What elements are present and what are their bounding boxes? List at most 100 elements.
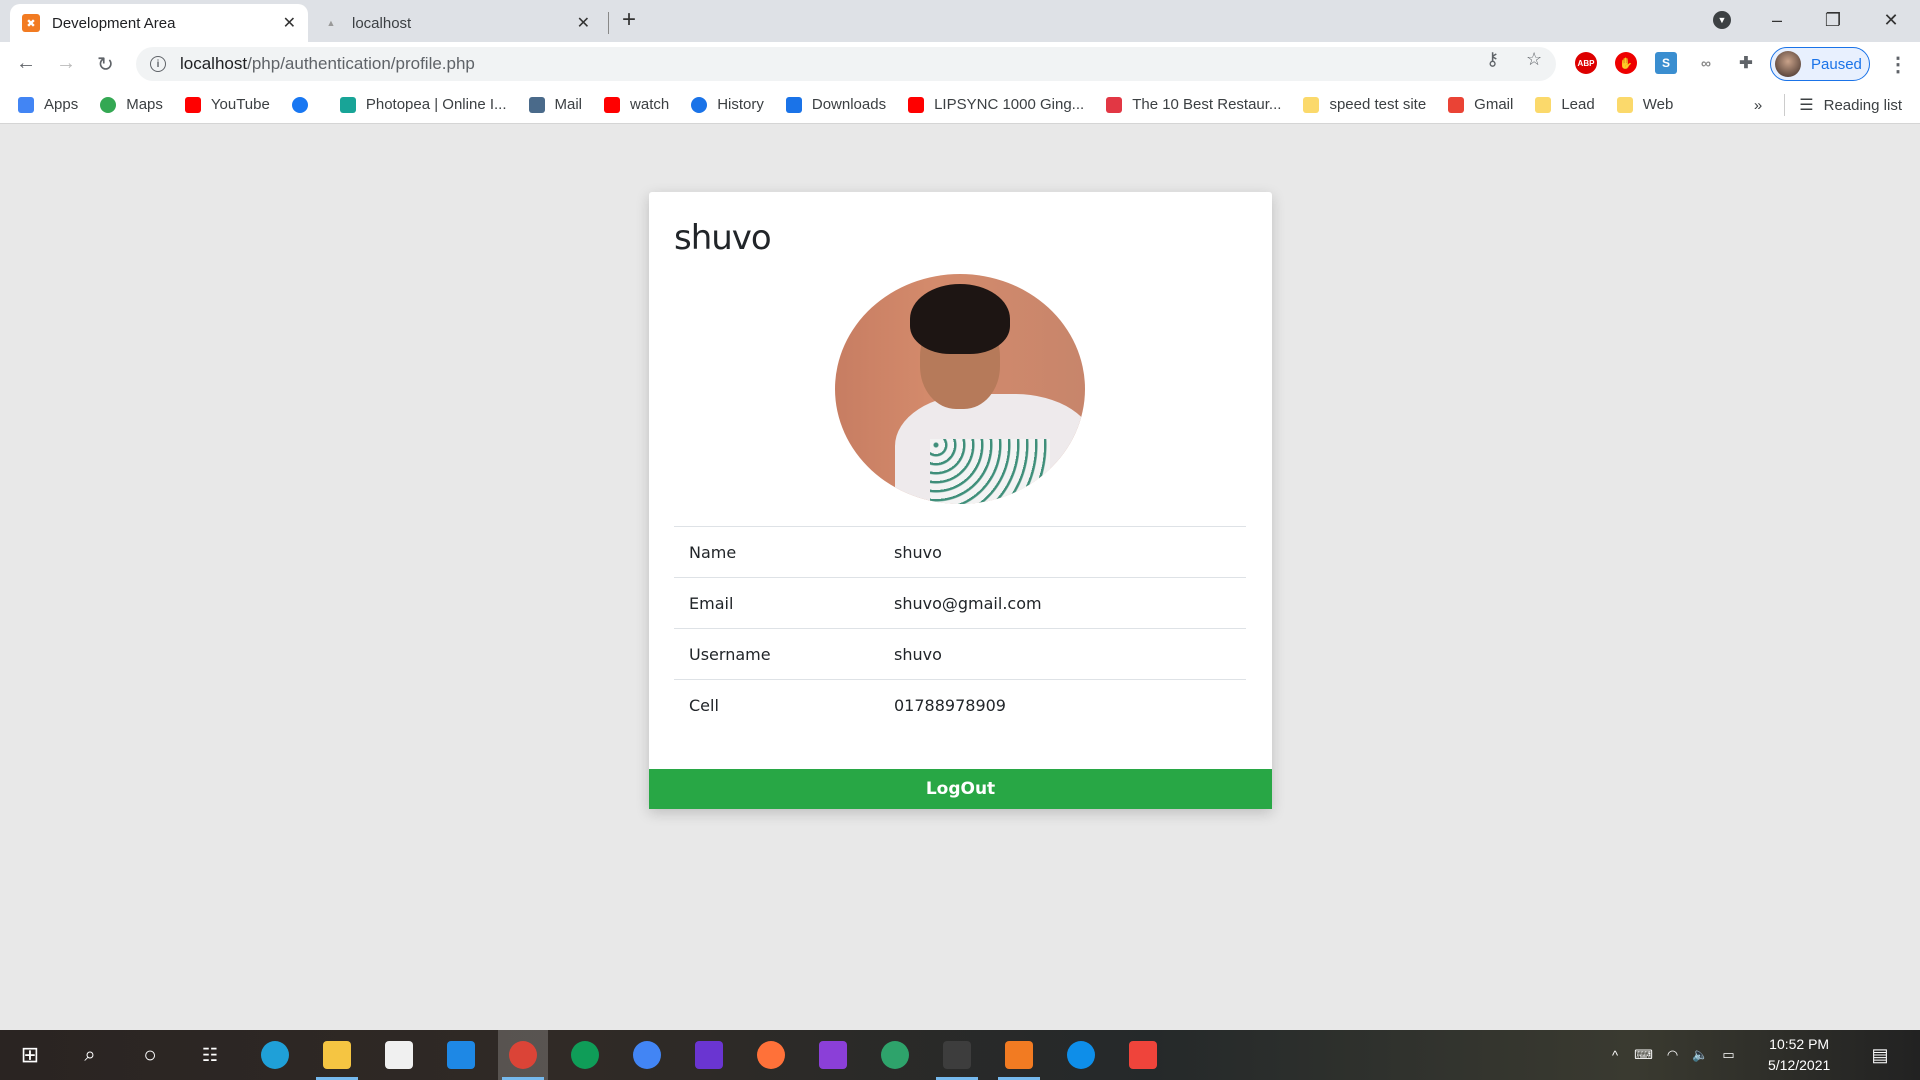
taskbar-file-explorer-icon[interactable] [312, 1030, 362, 1080]
bookmark-apps[interactable]: Apps [18, 96, 78, 113]
bookmark-lead[interactable]: Lead [1535, 96, 1595, 113]
taskbar-mail-icon[interactable] [436, 1030, 486, 1080]
profile-button[interactable]: Paused [1770, 47, 1870, 81]
extensions-puzzle-icon[interactable]: ✚ [1735, 52, 1757, 74]
site-info-icon[interactable]: i [150, 56, 166, 72]
forward-button[interactable]: → [56, 52, 76, 75]
bookmark-gmail[interactable]: Gmail [1448, 96, 1513, 113]
logout-button[interactable]: LogOut [649, 769, 1272, 809]
input-indicator-icon[interactable]: ⌨ [1634, 1047, 1653, 1063]
youtube-icon [604, 96, 621, 113]
avatar [1775, 51, 1801, 77]
bookmarks-overflow-button[interactable]: » [1754, 97, 1762, 114]
bookmark-mail[interactable]: Mail [528, 96, 583, 113]
tab-search-icon[interactable]: ▼ [1697, 0, 1747, 40]
xampp-logo [1005, 1041, 1033, 1069]
address-bar[interactable]: i localhost/php/authentication/profile.p… [136, 47, 1556, 81]
taskbar-teamviewer-icon[interactable] [1056, 1030, 1106, 1080]
taskbar-sublime-text-icon[interactable] [932, 1030, 982, 1080]
bookmark-youtube[interactable]: YouTube [184, 96, 270, 113]
notifications-icon[interactable]: ▤ [1855, 1030, 1905, 1080]
back-button[interactable]: ← [16, 52, 36, 75]
row-label: Name [689, 542, 737, 562]
menu-kebab-icon[interactable]: ⋮ [1888, 52, 1908, 77]
divider [1784, 94, 1786, 116]
url-host: localhost [180, 54, 248, 73]
reading-list-button[interactable]: Reading list [1824, 97, 1902, 114]
minimize-button[interactable]: – [1752, 0, 1802, 40]
bookmark-maps[interactable]: Maps [100, 96, 163, 113]
tab-localhost[interactable]: ▲ localhost ✕ [310, 4, 602, 42]
phpmyadmin-icon: ▲ [326, 18, 336, 28]
taskbar-visual-studio-icon[interactable] [684, 1030, 734, 1080]
mail-logo [447, 1041, 475, 1069]
bookmark-the-10-best-restaur[interactable]: The 10 Best Restaur... [1106, 96, 1281, 113]
row-value: shuvo@gmail.com [894, 593, 1042, 613]
bookmark-label: The 10 Best Restaur... [1132, 96, 1282, 113]
bookmark-history[interactable]: History [691, 96, 764, 113]
new-tab-button[interactable]: + [622, 6, 636, 34]
chrome-profile-2-logo [571, 1041, 599, 1069]
bookmark-label: Downloads [811, 96, 887, 113]
close-tab-icon[interactable]: ✕ [283, 13, 296, 33]
bookmark-label: LIPSYNC 1000 Ging... [934, 96, 1085, 113]
bookmarks-bar: Apps Maps YouTube Photopea | Online I... Mai… [0, 86, 1920, 124]
xampp-icon: ✖ [22, 14, 40, 32]
adblock-plus-icon[interactable]: ABP [1575, 52, 1597, 74]
bookmark-speed-test-site[interactable]: speed test site [1303, 96, 1426, 113]
taskbar-anydesk-icon[interactable] [1118, 1030, 1168, 1080]
bookmark-facebook[interactable] [291, 96, 318, 113]
clock[interactable]: 10:52 PM 5/12/2021 [1768, 1034, 1830, 1076]
search-icon[interactable]: ⌕ [65, 1030, 115, 1080]
bookmark-label: Mail [554, 96, 583, 113]
restore-button[interactable]: ❐ [1808, 0, 1858, 40]
bookmark-label: Web [1642, 96, 1674, 113]
taskbar-edge-icon[interactable] [250, 1030, 300, 1080]
bookmark-star-icon[interactable]: ☆ [1526, 49, 1542, 70]
tab-title: localhost [352, 14, 412, 32]
extension-link-icon[interactable]: ∞ [1695, 52, 1717, 74]
firefox-logo [757, 1041, 785, 1069]
tab-divider [608, 12, 609, 34]
page-title: shuvo [674, 218, 772, 258]
visual-studio-logo [695, 1041, 723, 1069]
extension-s-icon[interactable]: S [1655, 52, 1677, 74]
reload-button[interactable]: ↻ [97, 52, 114, 77]
history-icon [691, 96, 708, 113]
download-icon [785, 96, 802, 113]
keyboard-icon[interactable]: ▭ [1722, 1047, 1734, 1063]
bookmark-photopea-online-i[interactable]: Photopea | Online I... [339, 96, 507, 113]
tab-development-area[interactable]: ✖ Development Area ✕ [10, 4, 308, 42]
bookmark-web[interactable]: Web [1616, 96, 1674, 113]
clock-date: 5/12/2021 [1768, 1057, 1831, 1073]
apps-grid-icon [18, 96, 34, 113]
table-row-email: Email shuvo@gmail.com [674, 578, 1246, 629]
wifi-icon[interactable]: ◠ [1667, 1047, 1678, 1063]
tray-chevron-icon[interactable]: ^ [1612, 1048, 1618, 1063]
bookmark-lipsync-1000-ging[interactable]: LIPSYNC 1000 Ging... [908, 96, 1084, 113]
bookmark-label: speed test site [1329, 96, 1427, 113]
ublock-icon[interactable]: ✋ [1615, 52, 1637, 74]
bookmark-watch[interactable]: watch [604, 96, 669, 113]
close-tab-icon[interactable]: ✕ [577, 13, 590, 33]
taskbar-store-icon[interactable] [374, 1030, 424, 1080]
sublime-text-logo [943, 1041, 971, 1069]
taskbar-app-green-icon[interactable] [870, 1030, 920, 1080]
taskbar-chrome-profile-3-icon[interactable] [622, 1030, 672, 1080]
taskbar-firefox-icon[interactable] [746, 1030, 796, 1080]
table-row-username: Username shuvo [674, 629, 1246, 680]
taskbar-xampp-icon[interactable] [994, 1030, 1044, 1080]
password-key-icon[interactable]: ⚷ [1486, 49, 1499, 70]
volume-icon[interactable]: 🔈 [1692, 1047, 1708, 1063]
cortana-icon[interactable]: ○ [125, 1030, 175, 1080]
task-view-icon[interactable]: ☷ [185, 1030, 235, 1080]
taskbar-phpstorm-icon[interactable] [808, 1030, 858, 1080]
close-window-button[interactable]: ✕ [1866, 0, 1916, 40]
taskbar-chrome-profile-2-icon[interactable] [560, 1030, 610, 1080]
row-value: shuvo [894, 644, 942, 664]
start-windows-icon[interactable]: ⊞ [5, 1030, 55, 1080]
taskbar-chrome-icon[interactable] [498, 1030, 548, 1080]
youtube-icon [908, 96, 925, 113]
bookmark-downloads[interactable]: Downloads [785, 96, 887, 113]
profile-photo [835, 274, 1085, 504]
